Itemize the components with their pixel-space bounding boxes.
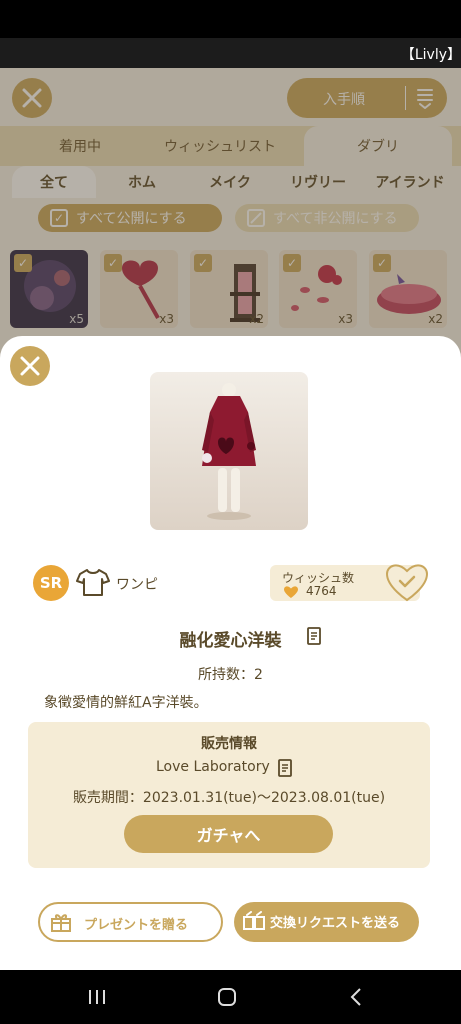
back-icon [350,988,361,1006]
sale-info-title: 販売情報 [201,736,257,752]
item-detail-sheet: SR ワンピ ウィッシュ数 4764 融化愛心洋裝 所持数：2 象徵愛情的鮮紅A… [0,336,461,970]
heart-icon [284,586,298,598]
item-name: 融化愛心洋裝 [0,626,461,651]
send-present-button[interactable]: プレゼントを贈る [38,902,223,942]
rarity-badge: SR [33,565,69,601]
close-sheet-button[interactable] [10,346,50,386]
sale-source: Love Laboratory [156,759,270,775]
system-nav-bar [0,970,461,1024]
document-icon[interactable] [276,758,294,778]
window-title-strip: 【Livly】 [0,38,461,68]
recent-apps-button[interactable] [82,984,112,1010]
wish-count: 4764 [306,584,337,598]
owned-count: 所持数：2 [198,667,263,683]
sale-period: 販売期間：2023.01.31(tue)〜2023.08.01(tue) [72,790,386,806]
window-title: 【Livly】 [400,47,461,63]
sale-info-panel: 販売情報 Love Laboratory 販売期間：2023.01.31(tue… [28,722,430,868]
document-icon[interactable] [305,626,323,646]
send-present-label: プレゼントを贈る [84,918,189,933]
item-name-text: 融化愛心洋裝 [179,631,282,651]
close-icon [20,356,40,376]
status-bar [0,0,461,38]
trade-request-button[interactable]: 交換リクエストを送る [234,902,419,942]
gacha-button[interactable]: ガチャへ [124,815,333,853]
recent-apps-icon [89,990,105,1004]
dress-figure-image [202,383,256,520]
item-preview [150,372,308,530]
trade-icon [243,911,265,930]
trade-request-label: 交換リクエストを送る [270,916,401,931]
app-background: 入手順 着用中 ウィッシュリスト ダブリ 全て ホム メイク リヴリー アイラン… [0,68,461,970]
gift-icon [51,914,71,932]
home-icon [218,988,236,1006]
back-button[interactable] [341,984,371,1010]
wish-heart-button[interactable] [384,561,430,603]
category-label: ワンピ [116,577,158,593]
home-button[interactable] [212,984,242,1010]
shirt-icon [76,569,110,596]
item-description: 象徵愛情的鮮紅A字洋裝。 [44,695,208,711]
